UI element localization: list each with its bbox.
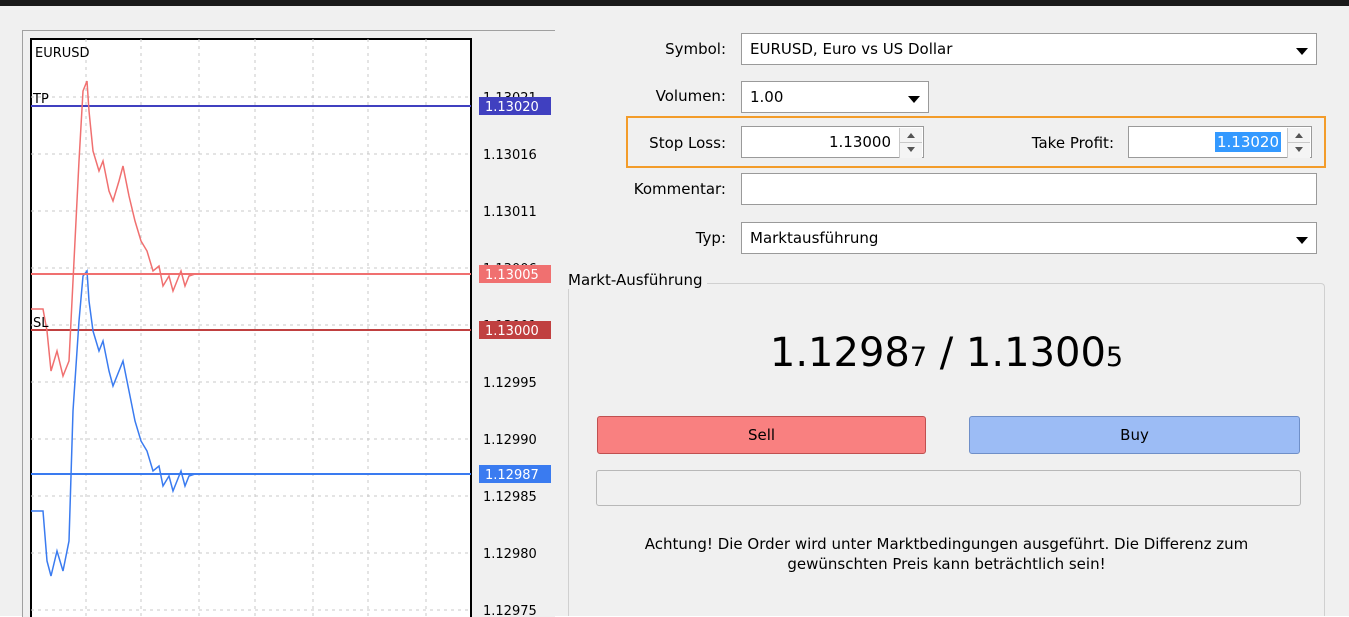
volume-dropdown[interactable]: 1.00 — [741, 81, 929, 113]
comment-input[interactable] — [741, 173, 1317, 205]
chevron-down-icon — [1296, 237, 1308, 244]
type-label: Typ: — [695, 229, 726, 247]
spin-up-icon[interactable] — [900, 128, 922, 143]
spin-up-icon[interactable] — [1288, 128, 1310, 143]
spin-down-icon[interactable] — [1288, 143, 1310, 158]
bid-price: 1.1298 — [769, 330, 910, 376]
volume-value: 1.00 — [750, 88, 784, 106]
comment-label: Kommentar: — [633, 180, 726, 198]
price-tick-label: 1.12990 — [483, 433, 537, 448]
take-profit-label: Take Profit: — [1031, 134, 1114, 152]
price-chart-panel: 1.130211.130161.130111.130061.130011.129… — [22, 30, 555, 617]
stop-loss-label: Stop Loss: — [649, 134, 726, 152]
sl-line-label: SL — [33, 316, 49, 331]
take-profit-value: 1.13020 — [1214, 132, 1281, 152]
price-chart: 1.130211.130161.130111.130061.130011.129… — [30, 38, 551, 617]
price-tick-label: 1.12995 — [483, 376, 537, 391]
stop-loss-value: 1.13000 — [828, 133, 891, 151]
chart-symbol-label: EURUSD — [35, 46, 90, 61]
take-profit-spinner[interactable] — [1287, 128, 1310, 158]
chevron-down-icon — [1296, 48, 1308, 55]
ask-price-last-digit: 5 — [1105, 342, 1124, 373]
stop-loss-input[interactable]: 1.13000 — [741, 126, 924, 158]
tp-line-label: TP — [32, 92, 49, 107]
sl-price-marker: 1.13000 — [485, 324, 539, 339]
price-tick-label: 1.13011 — [483, 205, 537, 220]
buy-button[interactable]: Buy — [969, 416, 1300, 454]
execution-progress-bar — [596, 470, 1301, 506]
execution-warning: Achtung! Die Order wird unter Marktbedin… — [568, 534, 1325, 574]
tp-price-marker: 1.13020 — [485, 100, 539, 115]
group-title: Markt-Ausführung — [568, 271, 707, 289]
ask-price-marker: 1.13005 — [485, 268, 539, 283]
price-tick-label: 1.12975 — [483, 604, 537, 617]
type-value: Marktausführung — [750, 229, 879, 247]
stop-loss-spinner[interactable] — [899, 128, 922, 158]
price-tick-label: 1.12980 — [483, 547, 537, 562]
symbol-dropdown[interactable]: EURUSD, Euro vs US Dollar — [741, 33, 1317, 65]
chevron-down-icon — [908, 96, 920, 103]
symbol-label: Symbol: — [665, 40, 726, 58]
price-tick-label: 1.13016 — [483, 148, 537, 163]
symbol-value: EURUSD, Euro vs US Dollar — [750, 40, 953, 58]
sell-button[interactable]: Sell — [597, 416, 926, 454]
plot-area — [30, 38, 472, 617]
price-separator: / — [927, 330, 966, 376]
price-quote: 1.12987 / 1.13005 — [568, 330, 1325, 376]
ask-price: 1.1300 — [965, 330, 1106, 376]
warning-line-1: Achtung! Die Order wird unter Marktbedin… — [644, 535, 1249, 553]
bid-price-last-digit: 7 — [909, 342, 928, 373]
take-profit-input[interactable]: 1.13020 — [1128, 126, 1312, 158]
spin-down-icon[interactable] — [900, 143, 922, 158]
warning-line-2: gewünschten Preis kann beträchtlich sein… — [787, 555, 1106, 573]
price-tick-label: 1.12985 — [483, 490, 537, 505]
type-dropdown[interactable]: Marktausführung — [741, 222, 1317, 254]
bid-price-marker: 1.12987 — [485, 468, 539, 483]
volume-label: Volumen: — [655, 87, 726, 105]
